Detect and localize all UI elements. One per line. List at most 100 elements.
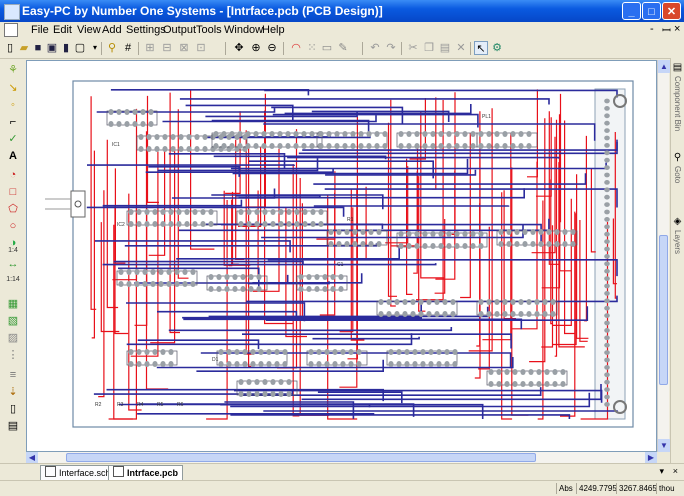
add-polygon-icon[interactable]: ⬠ bbox=[5, 201, 21, 217]
pad bbox=[240, 286, 245, 292]
pad bbox=[430, 243, 435, 249]
pad bbox=[309, 131, 314, 137]
document-icon[interactable] bbox=[4, 23, 18, 37]
toggle-icon[interactable]: ▭ bbox=[320, 41, 334, 55]
scroll-right-icon[interactable]: ▶ bbox=[645, 452, 657, 463]
pad bbox=[318, 143, 323, 149]
pad bbox=[512, 369, 517, 375]
menu-edit[interactable]: Edit bbox=[53, 24, 72, 36]
save-all-icon[interactable]: ▣ bbox=[45, 41, 59, 55]
new-doc-icon[interactable]: ▯ bbox=[3, 41, 17, 55]
add-shape-icon[interactable]: ◔ bbox=[5, 167, 21, 183]
pad bbox=[294, 221, 299, 227]
distribute-icon[interactable]: ⊟ bbox=[160, 41, 174, 55]
redo-icon[interactable]: ↷ bbox=[384, 41, 398, 55]
add-connection-icon[interactable]: ⌐ bbox=[5, 114, 21, 130]
pencil-icon[interactable]: ✎ bbox=[336, 41, 350, 55]
spacing-icon[interactable]: ↔ bbox=[5, 256, 21, 272]
pad bbox=[336, 229, 341, 235]
tab-close-icon[interactable]: × bbox=[673, 466, 678, 476]
zoom-out-icon[interactable]: ⊖ bbox=[265, 41, 279, 55]
design-rules-icon[interactable]: ≡ bbox=[5, 367, 21, 383]
scroll-down-icon[interactable]: ▼ bbox=[658, 439, 670, 452]
mdi-close-button[interactable]: × bbox=[674, 23, 680, 35]
copper-pour-icon[interactable]: ▦ bbox=[5, 296, 21, 312]
align-icon[interactable]: ⊞ bbox=[143, 41, 157, 55]
pan-icon[interactable]: ✥ bbox=[232, 41, 246, 55]
tab-interface-sch[interactable]: Interface.sch bbox=[40, 465, 116, 480]
area-icon[interactable]: ▧ bbox=[5, 313, 21, 329]
pad bbox=[430, 143, 435, 149]
add-component-icon[interactable]: ⚘ bbox=[5, 62, 21, 78]
pad bbox=[402, 299, 407, 305]
menu-help[interactable]: Help bbox=[262, 24, 285, 36]
pad bbox=[286, 209, 291, 215]
minimize-button[interactable]: _ bbox=[622, 2, 641, 20]
horizontal-scrollbar[interactable]: ◀ ▶ bbox=[26, 452, 657, 463]
layer-icon[interactable]: ⇣ bbox=[5, 384, 21, 400]
menu-tools[interactable]: Tools bbox=[196, 24, 222, 36]
dot-grid-icon[interactable]: ⁙ bbox=[305, 41, 319, 55]
pad bbox=[138, 146, 143, 152]
menu-settings[interactable]: Settings bbox=[126, 24, 166, 36]
paste-icon[interactable]: ▤ bbox=[438, 41, 452, 55]
add-text-icon[interactable]: A bbox=[5, 148, 21, 164]
mdi-restore-button[interactable]: ꟷ bbox=[662, 23, 671, 38]
pad bbox=[406, 231, 411, 237]
tab-intrface-pcb[interactable]: Intrface.pcb bbox=[108, 465, 183, 480]
delete-icon[interactable]: ✕ bbox=[454, 41, 468, 55]
menu-window[interactable]: Window bbox=[224, 24, 263, 36]
panels-icon[interactable]: ▢ bbox=[73, 41, 87, 55]
pad bbox=[462, 143, 467, 149]
menu-add[interactable]: Add bbox=[102, 24, 122, 36]
doc-icon[interactable]: ▯ bbox=[5, 401, 21, 417]
spread-icon[interactable]: ⊠ bbox=[177, 41, 191, 55]
undo-icon[interactable]: ↶ bbox=[368, 41, 382, 55]
pad bbox=[269, 131, 274, 137]
properties-icon[interactable]: ⚙ bbox=[490, 41, 504, 55]
tab-goto[interactable]: ⚲ Goto bbox=[671, 152, 684, 183]
tab-component-bin[interactable]: ▤ Component Bin bbox=[671, 62, 684, 131]
nudge-icon[interactable]: ⊡ bbox=[194, 41, 208, 55]
hscroll-thumb[interactable] bbox=[66, 453, 536, 462]
tab-menu-icon[interactable]: ▾ bbox=[659, 466, 664, 477]
print-icon[interactable]: ▤ bbox=[5, 418, 21, 434]
add-track-icon[interactable]: ↘ bbox=[5, 80, 21, 96]
menu-view[interactable]: View bbox=[77, 24, 101, 36]
menu-file[interactable]: File bbox=[31, 24, 49, 36]
y-coordinate: 3267.8465 bbox=[616, 483, 659, 494]
rainbow-icon[interactable]: ◠ bbox=[289, 41, 303, 55]
vertical-scrollbar[interactable]: ▲ ▼ bbox=[657, 60, 669, 452]
select-icon[interactable]: ↖ bbox=[474, 41, 488, 55]
maximize-button[interactable]: □ bbox=[642, 2, 661, 20]
pad bbox=[386, 299, 391, 305]
zoom-in-icon[interactable]: ⊕ bbox=[249, 41, 263, 55]
connector-pin bbox=[604, 143, 610, 148]
library-icon[interactable]: ▮ bbox=[59, 41, 73, 55]
save-icon[interactable]: ■ bbox=[31, 41, 45, 55]
drill-icon[interactable]: ⋮ bbox=[5, 347, 21, 363]
scroll-left-icon[interactable]: ◀ bbox=[26, 452, 38, 463]
open-folder-icon[interactable]: ▰ bbox=[17, 41, 31, 55]
mdi-minimize-button[interactable]: - bbox=[650, 23, 654, 35]
tab-layers[interactable]: ◈ Layers bbox=[671, 216, 684, 254]
add-pad-icon[interactable]: ◦ bbox=[5, 97, 21, 113]
add-via-icon[interactable]: ✓ bbox=[5, 131, 21, 147]
pad bbox=[237, 143, 242, 149]
pcb-canvas[interactable]: PL1IC1IC2C1R1R2R3R4R5R6D1 bbox=[26, 60, 657, 452]
hatching-icon[interactable]: ▨ bbox=[5, 330, 21, 346]
close-button[interactable]: ✕ bbox=[662, 2, 681, 20]
menu-output[interactable]: Output bbox=[163, 24, 196, 36]
scroll-thumb[interactable] bbox=[659, 235, 668, 385]
add-circle-icon[interactable]: ○ bbox=[5, 218, 21, 234]
copy-icon[interactable]: ❐ bbox=[422, 41, 436, 55]
scroll-up-icon[interactable]: ▲ bbox=[658, 60, 670, 73]
grid-icon[interactable]: # bbox=[121, 41, 135, 55]
cut-icon[interactable]: ✂ bbox=[406, 41, 420, 55]
add-rect-icon[interactable]: □ bbox=[5, 184, 21, 200]
pcb-drawing[interactable]: PL1IC1IC2C1R1R2R3R4R5R6D1 bbox=[27, 61, 656, 451]
pad bbox=[488, 369, 493, 375]
dropdown-icon[interactable]: ▾ bbox=[88, 41, 102, 55]
dimension-icon[interactable]: 1:14 bbox=[5, 272, 21, 288]
wizard-icon[interactable]: ⚲ bbox=[105, 41, 119, 55]
